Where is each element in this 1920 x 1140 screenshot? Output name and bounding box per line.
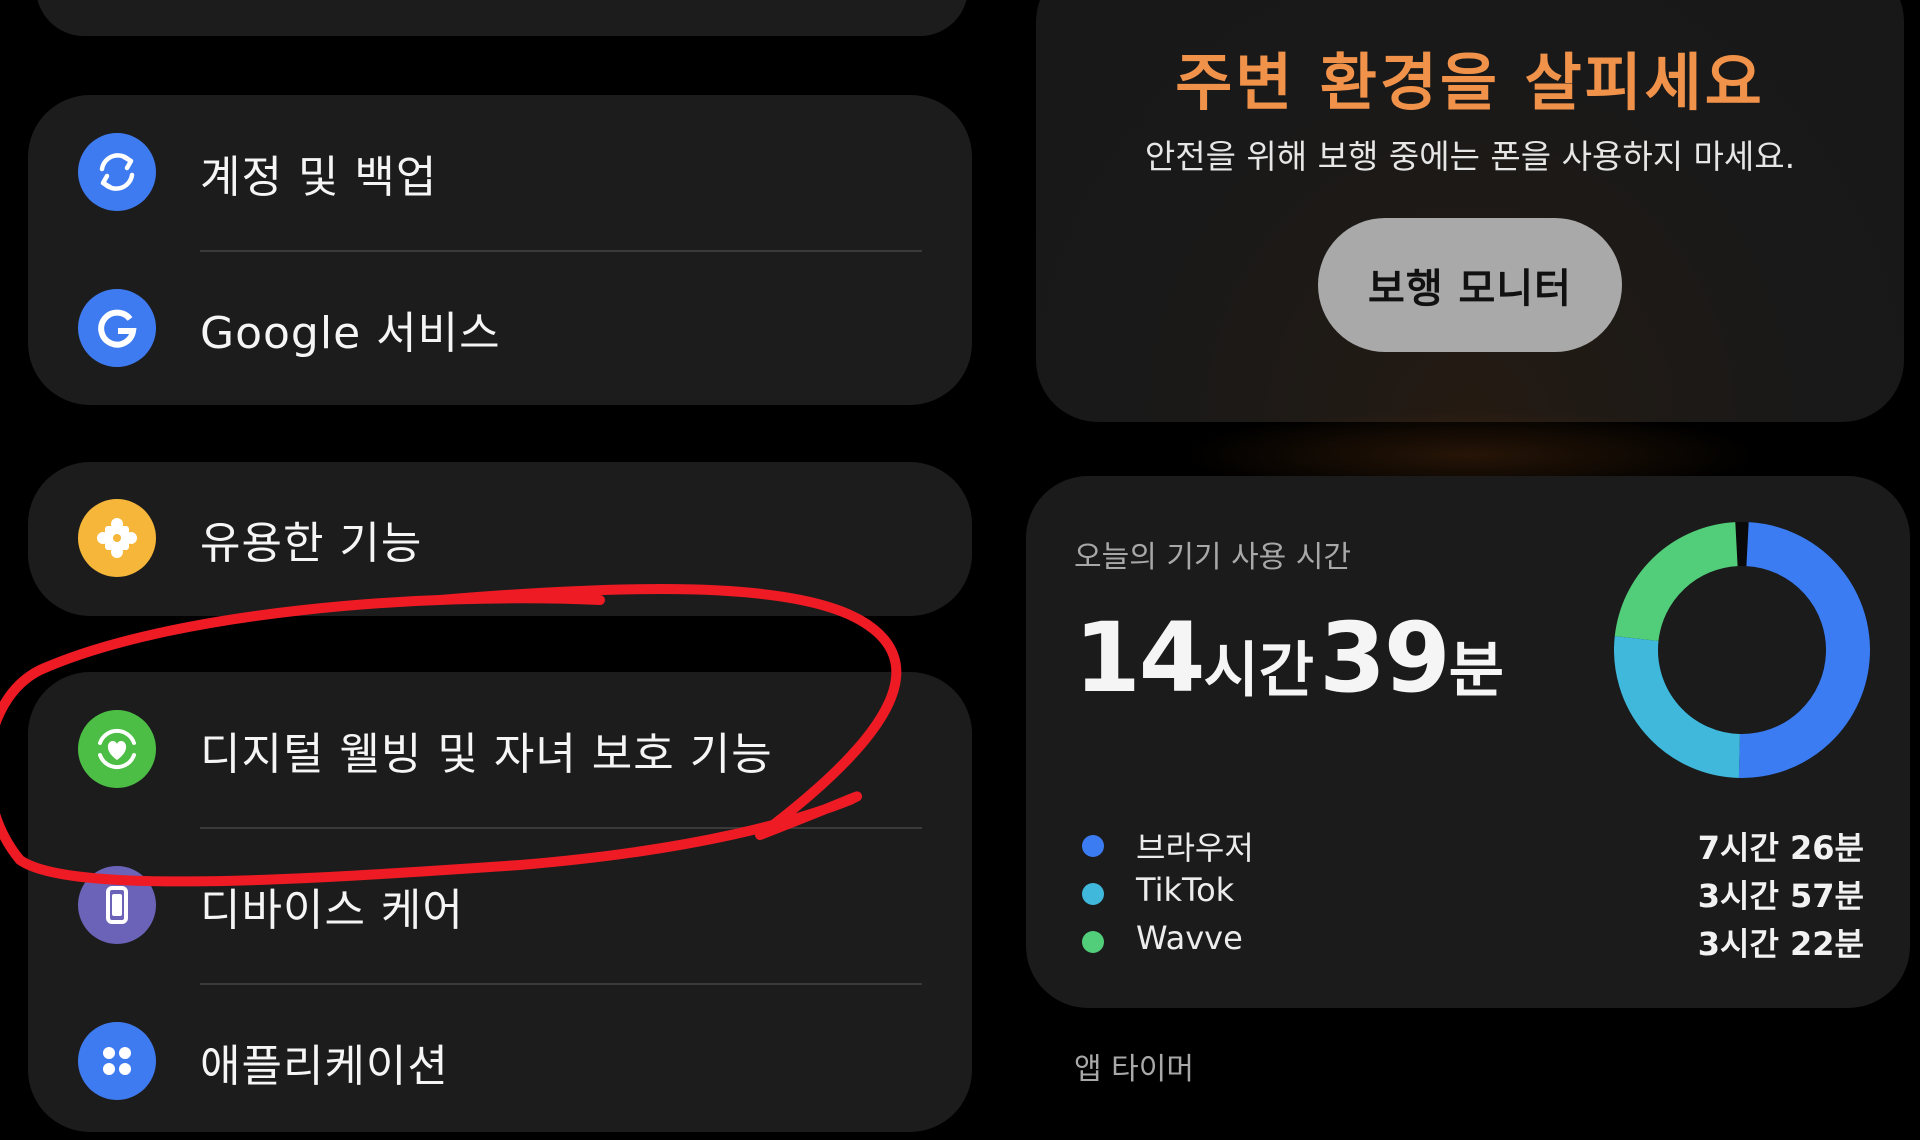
settings-item-label: Google 서비스 (200, 308, 501, 359)
walk-warning-title: 주변 환경을 살피세요 (1175, 46, 1765, 119)
legend-time: 3시간 22분 (1697, 925, 1864, 963)
legend-dot (1082, 931, 1104, 953)
settings-item-label: 애플리케이션 (200, 1041, 449, 1092)
legend-name: Wavve (1136, 919, 1243, 957)
total-minutes: 39 (1319, 602, 1451, 714)
legend-row-wavve: Wavve 3시간 22분 (1082, 919, 1864, 965)
app-timer-heading: 앱 타이머 (1074, 1052, 1194, 1087)
settings-card-partial (36, 0, 968, 36)
settings-item-device-care[interactable]: 디바이스 케어 (28, 828, 972, 984)
settings-item-label: 유용한 기능 (200, 518, 423, 569)
legend-row-browser: 브라우저 7시간 26분 (1082, 823, 1864, 869)
donut-slice-1 (1614, 636, 1741, 778)
legend-name: 브라우저 (1136, 829, 1254, 867)
legend-dot (1082, 835, 1104, 857)
screen-time-card[interactable]: 오늘의 기기 사용 시간 14시간 39분 브라우저 7시간 26분 TikTo… (1026, 476, 1910, 1008)
settings-item-label: 디지털 웰빙 및 자녀 보호 기능 (200, 729, 773, 780)
legend-time: 3시간 57분 (1697, 877, 1864, 915)
settings-item-label: 디바이스 케어 (200, 885, 464, 936)
heart-circle-icon (78, 710, 156, 788)
legend-dot (1082, 883, 1104, 905)
legend-name: TikTok (1136, 871, 1235, 909)
legend-time: 7시간 26분 (1697, 829, 1864, 867)
settings-item-digital-wellbeing[interactable]: 디지털 웰빙 및 자녀 보호 기능 (28, 672, 972, 828)
device-care-icon (78, 866, 156, 944)
walk-warning-card: 주변 환경을 살피세요 안전을 위해 보행 중에는 폰을 사용하지 마세요. 보… (1036, 0, 1904, 422)
usage-donut-chart (1614, 522, 1870, 778)
apps-grid-icon (78, 1022, 156, 1100)
settings-item-applications[interactable]: 애플리케이션 (28, 984, 972, 1140)
settings-group-accounts: 계정 및 백업 Google 서비스 (28, 95, 972, 405)
screen-time-total: 14시간 39분 (1074, 602, 1504, 714)
donut-slice-0 (1738, 522, 1870, 778)
settings-item-useful-features[interactable]: 유용한 기능 (28, 461, 972, 617)
settings-group-digital: 디지털 웰빙 및 자녀 보호 기능 디바이스 케어 애플리케이션 (28, 672, 972, 1132)
settings-item-accounts-backup[interactable]: 계정 및 백업 (28, 95, 972, 251)
sync-icon (78, 133, 156, 211)
settings-group-useful: 유용한 기능 (28, 462, 972, 616)
google-g-icon (78, 289, 156, 367)
settings-item-label: 계정 및 백업 (200, 152, 438, 203)
donut-slice-2 (1614, 522, 1739, 642)
total-minutes-unit: 분 (1448, 636, 1504, 706)
puzzle-icon (78, 499, 156, 577)
screen-time-label: 오늘의 기기 사용 시간 (1074, 540, 1352, 575)
walk-monitor-button[interactable]: 보행 모니터 (1318, 218, 1622, 352)
walk-warning-subtitle: 안전을 위해 보행 중에는 폰을 사용하지 마세요. (1144, 137, 1796, 176)
total-hours: 14 (1074, 602, 1206, 714)
legend-row-tiktok: TikTok 3시간 57분 (1082, 871, 1864, 917)
settings-item-google-services[interactable]: Google 서비스 (28, 251, 972, 407)
total-hours-unit: 시간 (1203, 636, 1314, 706)
